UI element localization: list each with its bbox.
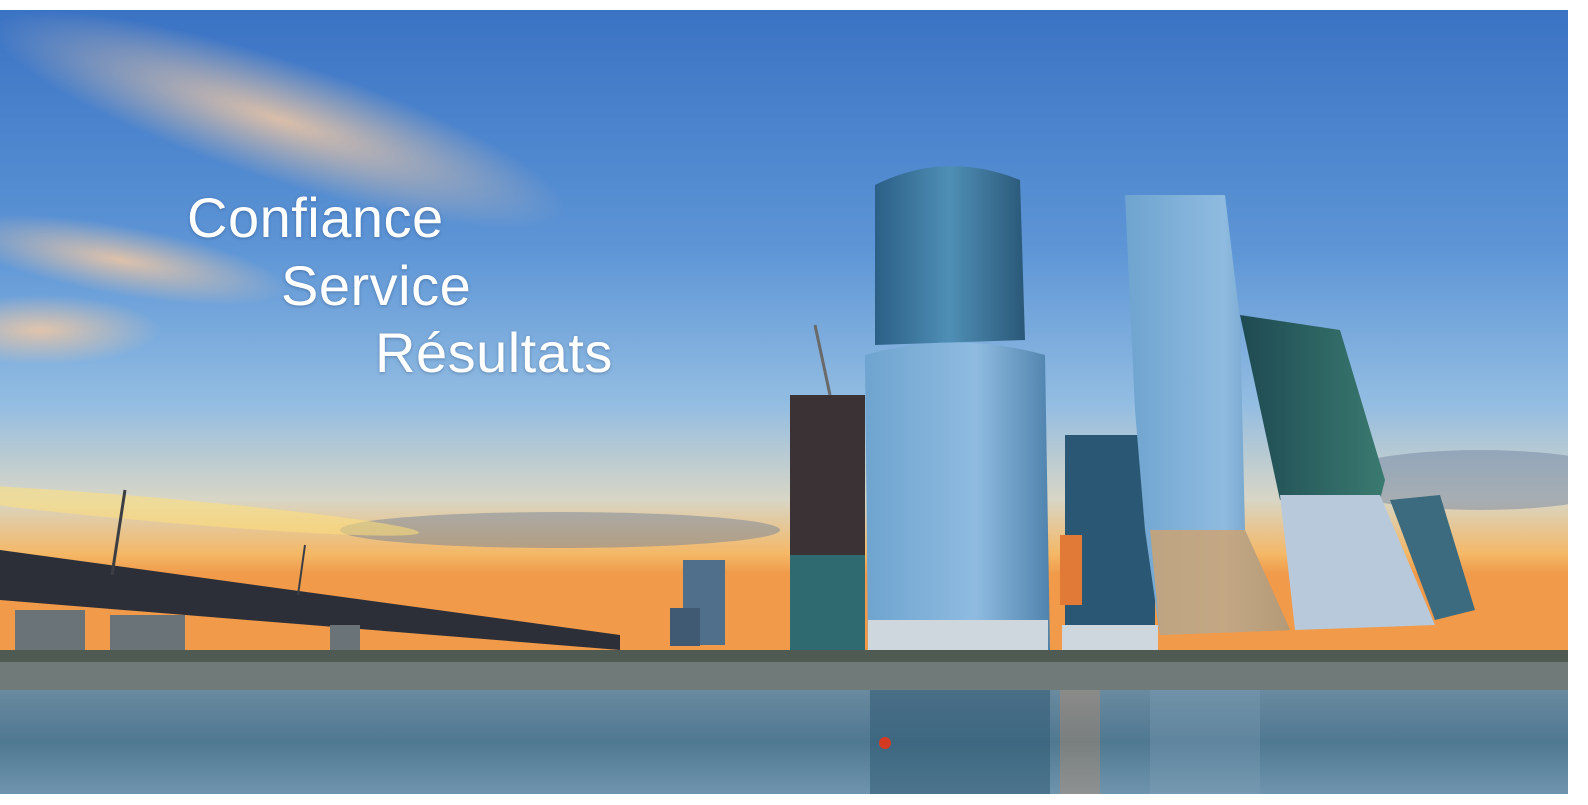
city-skyline-photo <box>0 10 1568 794</box>
hero-banner: Confiance Service Résultats <box>0 10 1568 794</box>
tagline-service: Service <box>281 254 472 317</box>
tagline-resultats: Résultats <box>375 321 613 384</box>
tagline-confiance: Confiance <box>187 186 444 249</box>
